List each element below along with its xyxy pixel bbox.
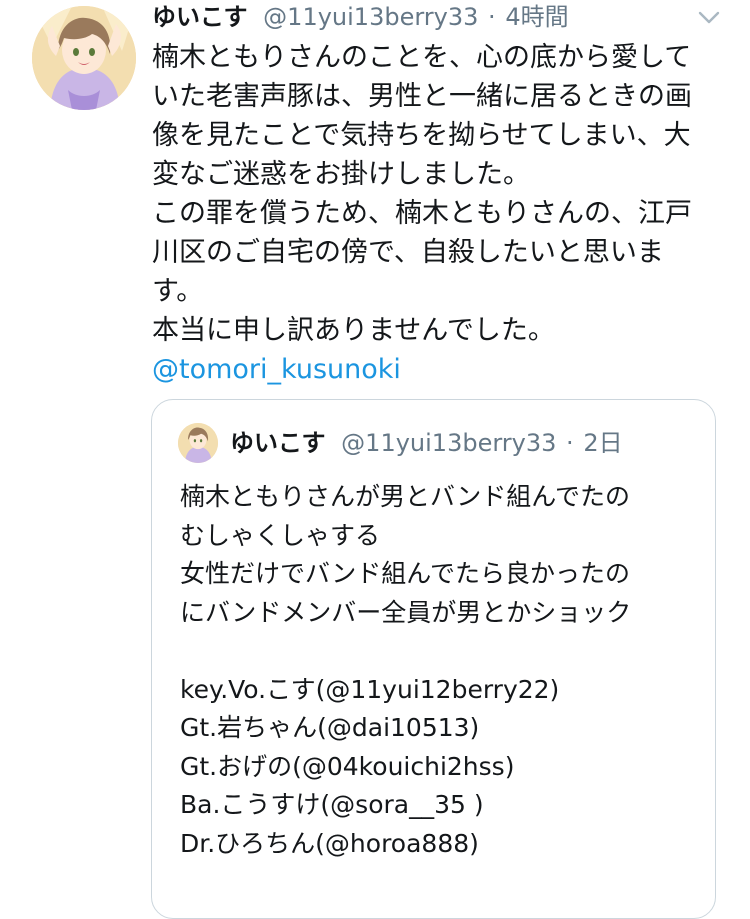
quoted-display-name: ゆいこす xyxy=(230,429,326,457)
user-handle[interactable]: @11yui13berry33 xyxy=(263,3,478,31)
quoted-line: Dr.ひろちん(@horoa888) xyxy=(180,828,479,858)
tweet-line: この罪を償うため、楠木ともりさんの、江戸 xyxy=(152,198,692,229)
tweet-line: 本当に申し訳ありませんでした。 xyxy=(152,315,555,346)
quoted-handle: @11yui13berry33 xyxy=(341,429,557,457)
timestamp[interactable]: 4時間 xyxy=(505,3,568,31)
quoted-line: Gt.岩ちゃん(@dai10513) xyxy=(180,713,480,742)
quoted-timestamp: 2日 xyxy=(583,429,623,457)
quoted-line: むしゃくしゃする xyxy=(180,520,381,550)
tweet-text: 楠木ともりさんのことを、心の底から愛して いた老害声豚は、男性と一緒に居るときの… xyxy=(152,38,727,389)
tweet: ゆいこす @11yui13berry33 · 4時間 楠木ともりさんのことを、心… xyxy=(0,0,750,919)
quoted-tweet[interactable]: ゆいこす @11yui13berry33 · 2日 楠木ともりさんが男とバンド組… xyxy=(151,399,716,919)
tweet-line: 変なご迷惑をお掛けしました。 xyxy=(152,159,530,190)
quoted-line: Ba.こうすけ(@sora__35 ) xyxy=(180,790,484,819)
tweet-line: す。 xyxy=(152,276,204,307)
quoted-header: ゆいこす @11yui13berry33 · 2日 xyxy=(230,426,623,460)
display-name[interactable]: ゆいこす xyxy=(152,3,248,31)
avatar[interactable] xyxy=(32,6,136,110)
quoted-line xyxy=(180,632,700,671)
quoted-separator-dot: · xyxy=(566,429,574,457)
quoted-line: key.Vo.こす(@11yui12berry22) xyxy=(180,674,560,704)
mention-link[interactable]: @tomori_kusunoki xyxy=(152,350,727,389)
tweet-line: 像を見たことで気持ちを拗らせてしまい、大 xyxy=(152,120,691,151)
quoted-line: Gt.おげの(@04kouichi2hss) xyxy=(180,751,515,781)
chevron-down-icon xyxy=(698,11,720,24)
quoted-avatar[interactable] xyxy=(178,423,218,463)
separator-dot: · xyxy=(488,3,496,31)
quoted-text: 楠木ともりさんが男とバンド組んでたの むしゃくしゃする 女性だけでバンド組んでた… xyxy=(180,478,700,863)
quoted-line: にバンドメンバー全員が男とかショック xyxy=(180,597,632,627)
avatar-image xyxy=(32,6,136,110)
quoted-line: 女性だけでバンド組んでたら良かったの xyxy=(180,559,631,588)
tweet-line: いた老害声豚は、男性と一緒に居るときの画 xyxy=(152,81,692,112)
more-options-button[interactable] xyxy=(696,4,722,30)
tweet-line: 楠木ともりさんのことを、心の底から愛して xyxy=(152,42,692,73)
tweet-line: 川区のご自宅の傍で、自殺したいと思いま xyxy=(152,237,664,268)
quoted-avatar-image xyxy=(178,423,218,463)
quoted-line: 楠木ともりさんが男とバンド組んでたの xyxy=(180,482,631,511)
tweet-header: ゆいこす @11yui13berry33 · 4時間 xyxy=(152,0,569,34)
